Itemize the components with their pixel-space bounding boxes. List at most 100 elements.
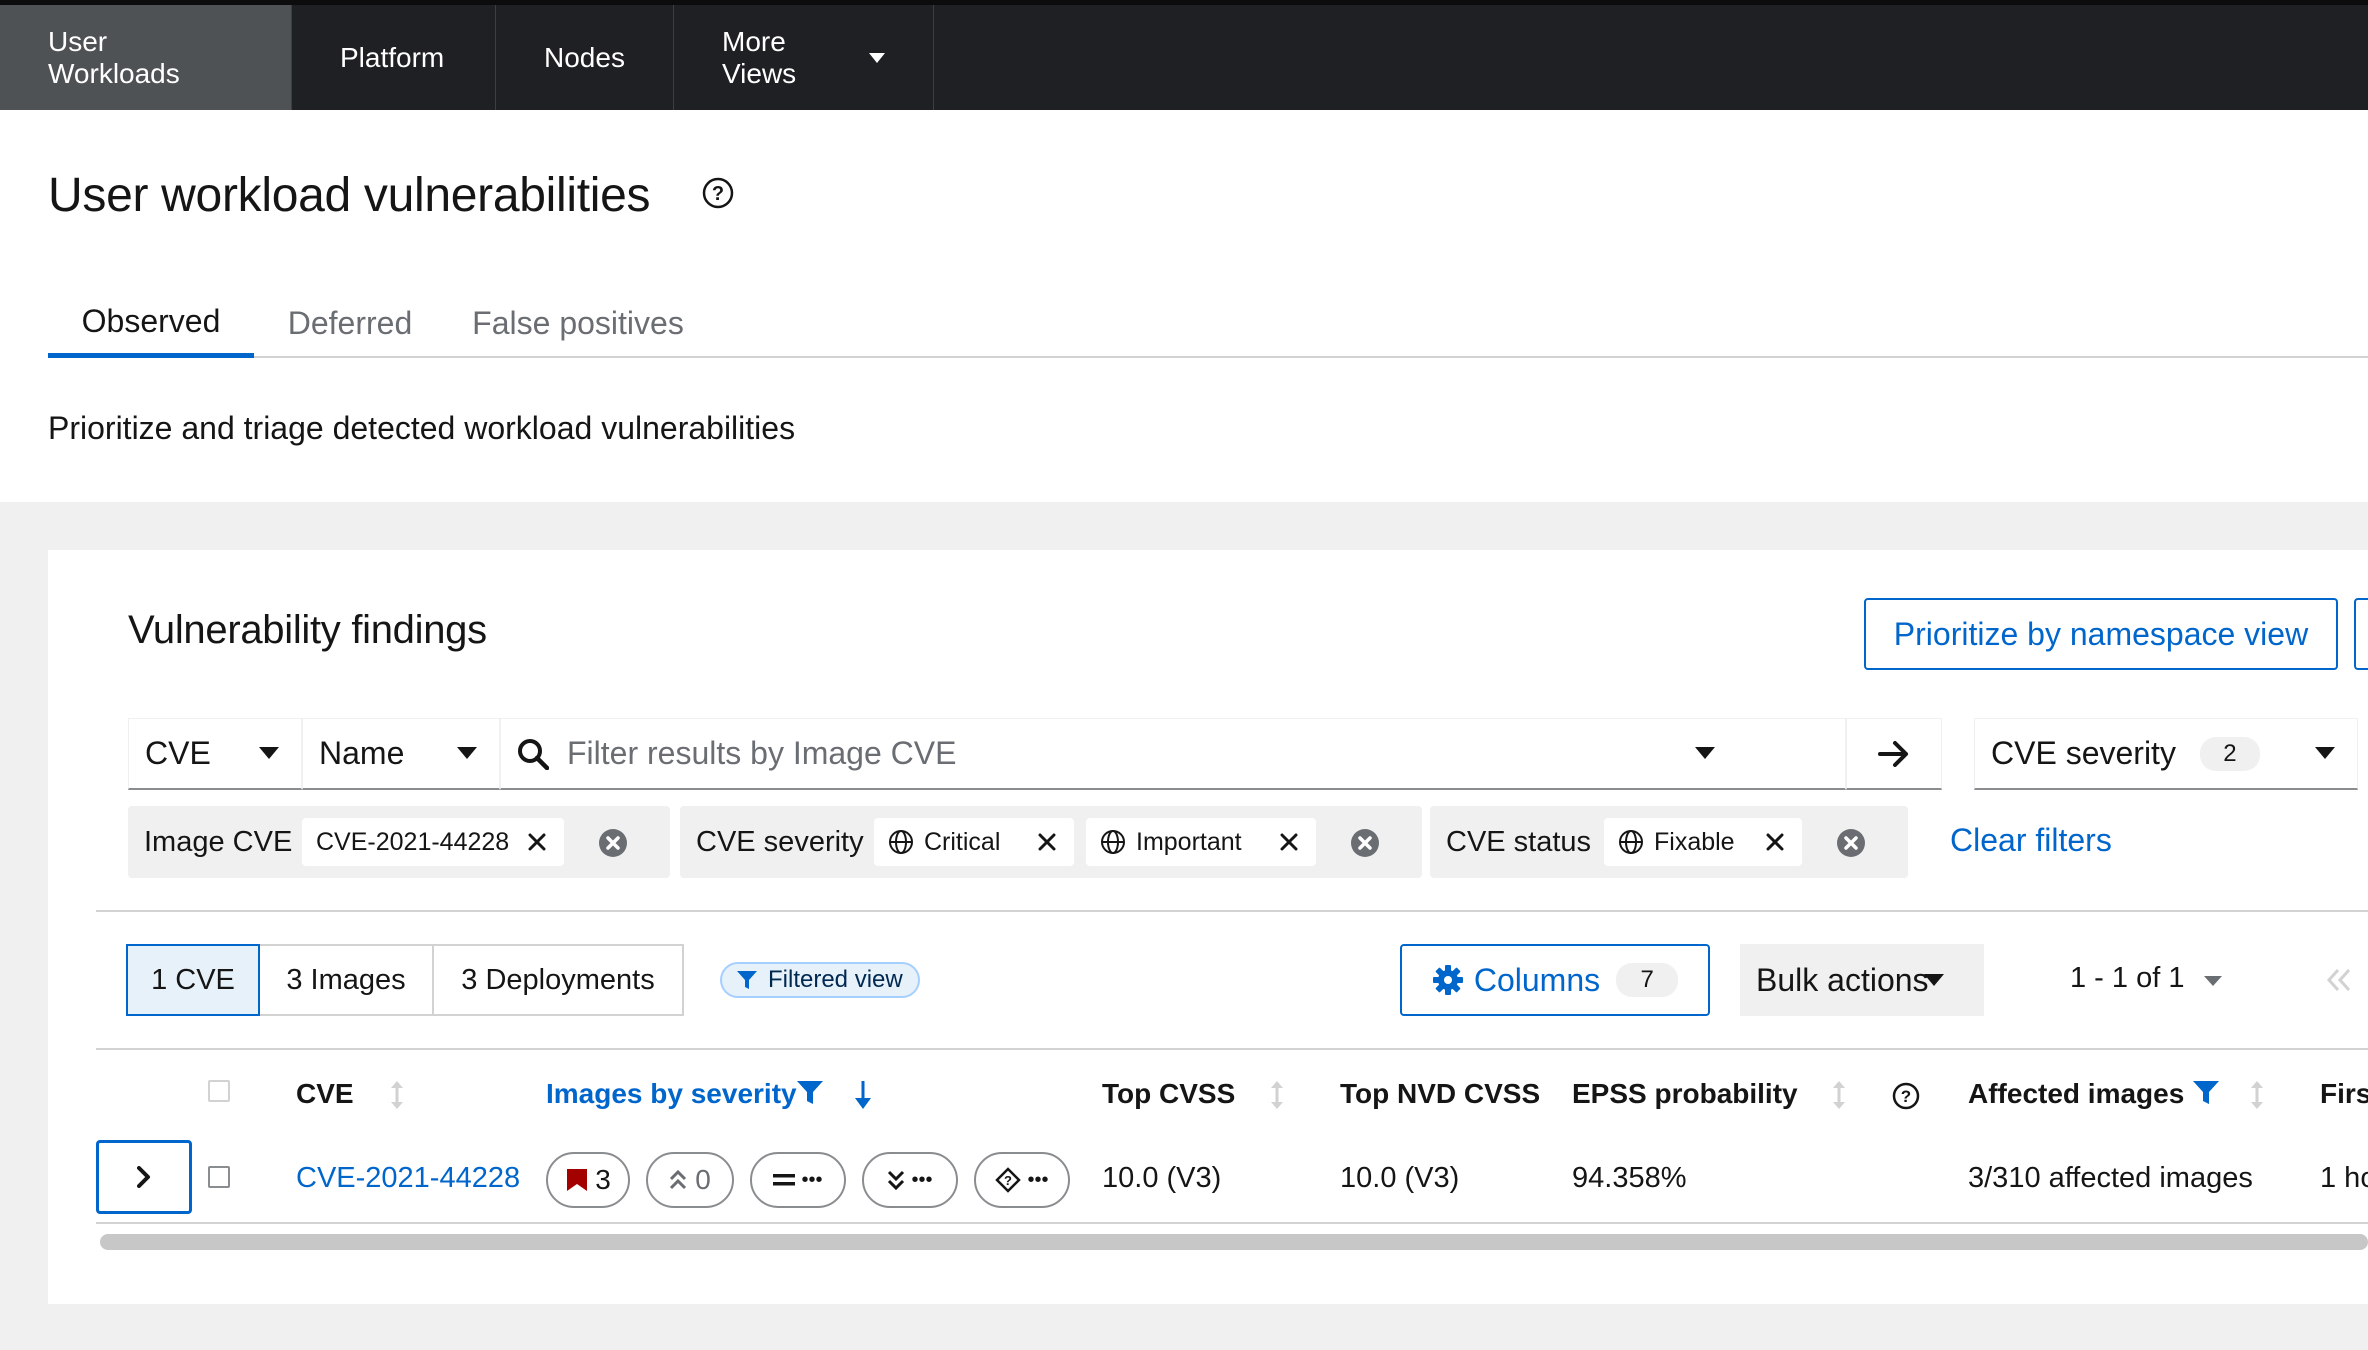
attribute-select[interactable]: Name bbox=[302, 718, 500, 790]
nav-tab-platform[interactable]: Platform bbox=[292, 5, 496, 110]
columns-count-badge: 7 bbox=[1616, 963, 1679, 997]
table-top-border bbox=[96, 1048, 2368, 1050]
tab-false-positives[interactable]: False positives bbox=[458, 290, 698, 356]
cve-link[interactable]: CVE-2021-44228 bbox=[296, 1162, 520, 1195]
row-expand-button[interactable] bbox=[96, 1140, 192, 1214]
caret-down-icon[interactable] bbox=[1695, 747, 1715, 759]
severity-count: ••• bbox=[911, 1168, 933, 1191]
chip-image-cve: CVE-2021-44228 bbox=[302, 818, 564, 866]
nav-tab-more-views[interactable]: More Views bbox=[674, 5, 934, 110]
card-title: Vulnerability findings bbox=[128, 608, 487, 652]
globe-icon bbox=[888, 829, 914, 855]
select-value: CVE severity bbox=[1991, 735, 2176, 771]
arrow-right-icon bbox=[1878, 740, 1910, 768]
close-icon[interactable] bbox=[528, 833, 546, 851]
column-header-cve[interactable]: CVE bbox=[296, 1078, 354, 1110]
unknown-severity-icon: ? bbox=[995, 1167, 1022, 1193]
pagination-toggle[interactable]: 1 - 1 of 1 bbox=[2070, 962, 2184, 995]
filter-icon bbox=[736, 969, 758, 991]
chip-label: Critical bbox=[924, 827, 1001, 856]
help-icon[interactable]: ? bbox=[1892, 1082, 1920, 1110]
tab-deferred[interactable]: Deferred bbox=[268, 290, 432, 356]
top-cvss-value: 10.0 (V3) bbox=[1102, 1162, 1222, 1194]
nav-tab-nodes[interactable]: Nodes bbox=[496, 5, 674, 110]
entity-select[interactable]: CVE bbox=[128, 718, 302, 790]
cve-severity-select[interactable]: CVE severity 2 bbox=[1974, 718, 2358, 790]
column-header-images-by-severity[interactable]: Images by severity bbox=[546, 1078, 797, 1110]
clear-filters-link[interactable]: Clear filters bbox=[1950, 822, 2112, 859]
column-header-affected-images[interactable]: Affected images bbox=[1968, 1078, 2184, 1110]
prioritize-namespace-button[interactable]: Prioritize by namespace view bbox=[1864, 598, 2338, 670]
bulk-actions-dropdown[interactable]: Bulk actions bbox=[1740, 944, 1984, 1016]
chip-severity-important: Important bbox=[1086, 818, 1316, 866]
filtered-view-label: Filtered view bbox=[720, 962, 920, 998]
secondary-view-button[interactable] bbox=[2354, 598, 2368, 670]
toggle-deployments[interactable]: 3 Deployments bbox=[432, 944, 684, 1016]
first-page-icon[interactable] bbox=[2326, 968, 2352, 992]
severity-count: ••• bbox=[801, 1168, 823, 1191]
toggle-cve[interactable]: 1 CVE bbox=[126, 944, 260, 1016]
button-label: Prioritize by namespace view bbox=[1893, 615, 2309, 652]
clear-group-icon[interactable] bbox=[1836, 828, 1866, 858]
column-header-top-nvd-cvss[interactable]: Top NVD CVSS bbox=[1340, 1078, 1540, 1110]
severity-count: 3 bbox=[595, 1164, 611, 1195]
caret-down-icon[interactable] bbox=[2204, 976, 2222, 986]
nav-tab-label: Platform bbox=[340, 41, 445, 73]
tab-observed[interactable]: Observed bbox=[48, 290, 254, 358]
severity-moderate-count: ••• bbox=[750, 1152, 846, 1208]
table-row-border bbox=[96, 1222, 2368, 1224]
critical-severity-icon bbox=[565, 1167, 589, 1193]
column-header-epss[interactable]: EPSS probability bbox=[1572, 1078, 1798, 1110]
bulk-actions-label: Bulk actions bbox=[1756, 961, 1929, 998]
sort-icon[interactable] bbox=[390, 1080, 404, 1110]
row-checkbox[interactable] bbox=[208, 1166, 230, 1188]
sort-icon[interactable] bbox=[2250, 1080, 2264, 1110]
caret-down-icon bbox=[2315, 747, 2335, 759]
view-tabs: Observed Deferred False positives bbox=[48, 290, 2368, 358]
caret-down-icon bbox=[1924, 974, 1944, 986]
epss-value: 94.358% bbox=[1572, 1162, 1687, 1194]
search-placeholder: Filter results by Image CVE bbox=[567, 735, 957, 771]
tab-label: Deferred bbox=[287, 304, 413, 341]
chip-group-cve-status: CVE status Fixable bbox=[1430, 806, 1908, 878]
column-header-top-cvss[interactable]: Top CVSS bbox=[1102, 1078, 1235, 1110]
angle-double-up-icon bbox=[669, 1169, 687, 1191]
sort-icon[interactable] bbox=[1832, 1080, 1846, 1110]
toggle-label: 3 Images bbox=[286, 963, 406, 996]
horizontal-scrollbar[interactable] bbox=[100, 1234, 2368, 1250]
close-icon[interactable] bbox=[1038, 833, 1056, 851]
severity-unknown-count: ? ••• bbox=[974, 1152, 1070, 1208]
severity-critical-count: 3 bbox=[546, 1152, 630, 1208]
toggle-label: 1 CVE bbox=[151, 963, 235, 996]
search-input[interactable]: Filter results by Image CVE bbox=[500, 718, 1846, 790]
clear-group-icon[interactable] bbox=[598, 828, 628, 858]
severity-count: 0 bbox=[695, 1164, 711, 1195]
chevron-right-icon bbox=[137, 1166, 151, 1188]
close-icon[interactable] bbox=[1766, 833, 1784, 851]
equals-icon bbox=[773, 1172, 796, 1188]
column-header-first-discovered[interactable]: Firs bbox=[2320, 1078, 2368, 1110]
toggle-images[interactable]: 3 Images bbox=[258, 944, 434, 1016]
toggle-label: 3 Deployments bbox=[461, 963, 655, 996]
sort-descending-icon[interactable] bbox=[854, 1080, 872, 1110]
filter-icon bbox=[796, 1080, 824, 1106]
caret-down-icon bbox=[869, 52, 885, 63]
button-label: Columns bbox=[1473, 961, 1601, 998]
close-icon[interactable] bbox=[1280, 833, 1298, 851]
chip-group-label: Image CVE bbox=[144, 825, 293, 858]
filter-icon bbox=[2192, 1080, 2220, 1106]
help-icon[interactable]: ? bbox=[702, 177, 734, 209]
sort-icon[interactable] bbox=[1270, 1080, 1284, 1110]
nav-tab-user-workloads[interactable]: User Workloads bbox=[0, 5, 292, 110]
clear-group-icon[interactable] bbox=[1350, 828, 1380, 858]
select-all-checkbox[interactable] bbox=[208, 1080, 230, 1102]
columns-button[interactable]: Columns 7 bbox=[1400, 944, 1710, 1016]
caret-down-icon bbox=[259, 747, 279, 759]
nav-tab-label: More Views bbox=[722, 25, 797, 89]
chip-group-cve-severity: CVE severity Critical Important bbox=[680, 806, 1422, 878]
chip-label: Important bbox=[1136, 827, 1242, 856]
globe-icon bbox=[1618, 829, 1644, 855]
affected-images-value: 3/310 affected images bbox=[1968, 1162, 2253, 1194]
search-submit-button[interactable] bbox=[1846, 718, 1942, 790]
page-title: User workload vulnerabilities bbox=[48, 169, 651, 222]
